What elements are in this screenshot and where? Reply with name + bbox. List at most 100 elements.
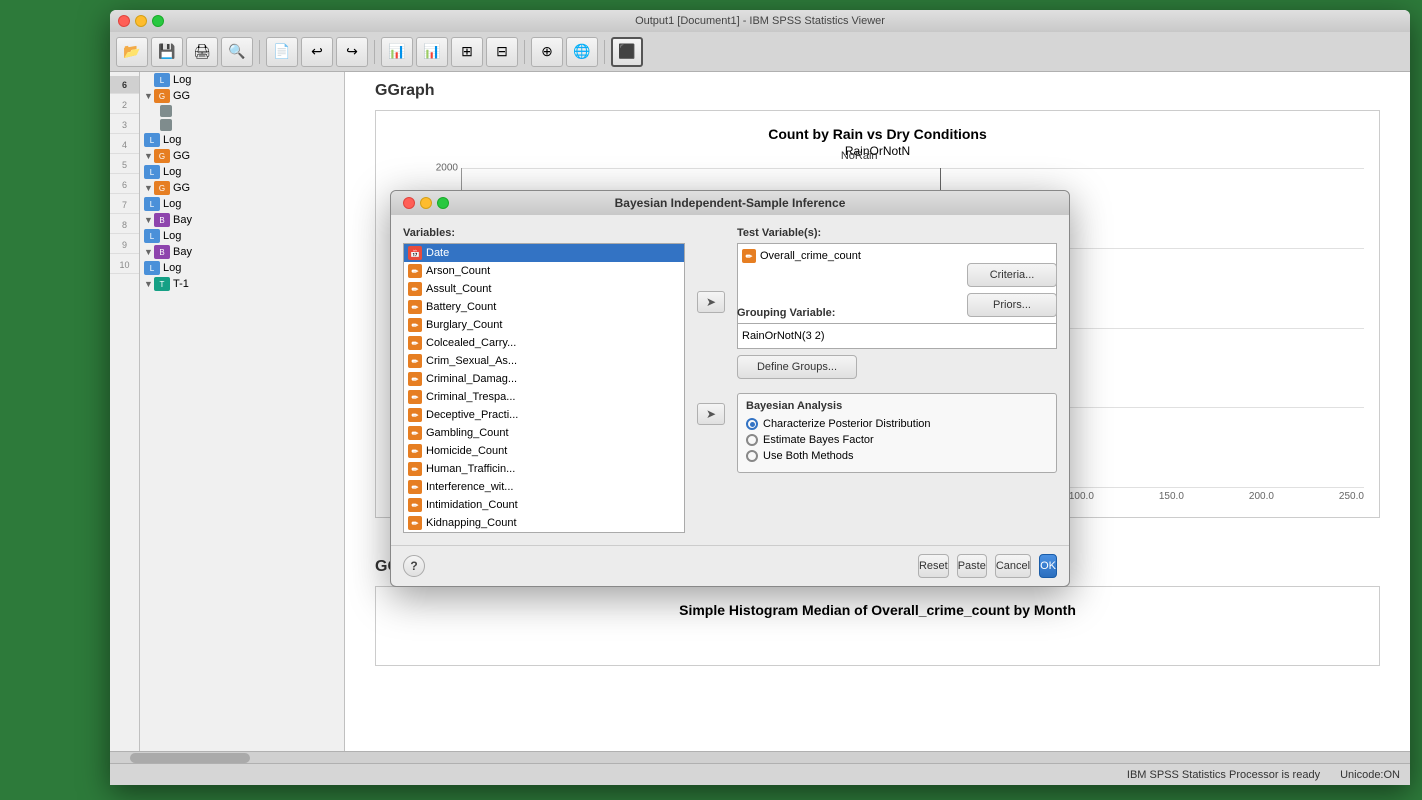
modal-footer: ? Reset Paste Cancel OK bbox=[391, 545, 1069, 586]
radio-both-dot[interactable] bbox=[746, 450, 758, 462]
sidebar-item-t1[interactable]: ▼ T T-1 bbox=[140, 276, 344, 292]
var-item-3[interactable]: ✏ Battery_Count bbox=[404, 298, 684, 316]
radio-estimate[interactable]: Estimate Bayes Factor bbox=[746, 434, 1048, 446]
toolbar-open[interactable]: 📂 bbox=[116, 37, 148, 67]
sidebar-arrow-gg3: ▼ bbox=[144, 183, 154, 193]
var-item-10[interactable]: ✏ Gambling_Count bbox=[404, 424, 684, 442]
maximize-button[interactable] bbox=[152, 15, 164, 27]
horizontal-scrollbar[interactable] bbox=[110, 751, 1410, 763]
sidebar-gg-icon2: G bbox=[154, 149, 170, 163]
criteria-btn[interactable]: Criteria... bbox=[967, 263, 1057, 287]
toolbar-record[interactable]: ⬛ bbox=[611, 37, 643, 67]
var-icon-9: ✏ bbox=[408, 408, 422, 422]
var-icon-3: ✏ bbox=[408, 300, 422, 314]
var-item-14[interactable]: ✏Intimidation_Count bbox=[404, 496, 684, 514]
row-num-10: 10 bbox=[110, 256, 139, 274]
var-item-1[interactable]: ✏Arson_Count bbox=[404, 262, 684, 280]
variables-list[interactable]: 📅 Date ✏Arson_Count✏Assult_Count ✏ Battery_C… bbox=[403, 243, 685, 533]
toolbar-search[interactable]: 🔍 bbox=[221, 37, 253, 67]
grouping-variable-label: Grouping Variable: bbox=[737, 307, 1057, 319]
reset-btn[interactable]: Reset bbox=[918, 554, 949, 578]
sidebar-item-gg2[interactable]: ▼ G GG bbox=[140, 148, 344, 164]
minimize-button[interactable] bbox=[135, 15, 147, 27]
modal-traffic-lights bbox=[403, 197, 449, 209]
toolbar-print[interactable]: 🖨 bbox=[186, 37, 218, 67]
help-btn[interactable]: ? bbox=[403, 555, 425, 577]
toolbar-pivot[interactable]: ⊕ bbox=[531, 37, 563, 67]
var-label-10: Gambling_Count bbox=[426, 427, 509, 439]
y-label-2000: 2000 bbox=[436, 163, 458, 174]
modal-max-btn[interactable] bbox=[437, 197, 449, 209]
var-label-0: Date bbox=[426, 247, 449, 259]
sidebar-item-log5[interactable]: L Log bbox=[140, 228, 344, 244]
modal-title: Bayesian Independent-Sample Inference bbox=[615, 196, 846, 210]
sidebar-item-bay2[interactable]: ▼ B Bay bbox=[140, 244, 344, 260]
row-num-4: 4 bbox=[110, 136, 139, 154]
var-item-0[interactable]: 📅 Date bbox=[404, 244, 684, 262]
var-icon-15: ✏ bbox=[408, 516, 422, 530]
sidebar-item-log3[interactable]: L Log bbox=[140, 164, 344, 180]
sidebar-item-log1[interactable]: L Log bbox=[140, 72, 344, 88]
radio-estimate-dot[interactable] bbox=[746, 434, 758, 446]
sidebar-arrow-t1: ▼ bbox=[144, 279, 154, 289]
scrollbar-thumb[interactable] bbox=[130, 753, 250, 763]
sidebar-log-icon5: L bbox=[144, 229, 160, 243]
ok-btn[interactable]: OK bbox=[1039, 554, 1057, 578]
paste-btn[interactable]: Paste bbox=[957, 554, 987, 578]
move-to-grouping-btn[interactable]: ➤ bbox=[697, 403, 725, 425]
modal-min-btn[interactable] bbox=[420, 197, 432, 209]
window-title: Output1 [Document1] - IBM SPSS Statistic… bbox=[635, 15, 885, 27]
sidebar-sub2[interactable] bbox=[140, 118, 344, 132]
move-to-test-btn[interactable]: ➤ bbox=[697, 291, 725, 313]
var-icon-1: ✏ bbox=[408, 264, 422, 278]
radio-characterize[interactable]: Characterize Posterior Distribution bbox=[746, 418, 1048, 430]
row-num-6: 6 bbox=[110, 176, 139, 194]
var-item-5[interactable]: ✏Colcealed_Carry... bbox=[404, 334, 684, 352]
toolbar-globe[interactable]: 🌐 bbox=[566, 37, 598, 67]
bayesian-dialog[interactable]: Bayesian Independent-Sample Inference Va… bbox=[390, 190, 1070, 587]
toolbar-chart2[interactable]: 📊 bbox=[416, 37, 448, 67]
var-label-11: Homicide_Count bbox=[426, 445, 507, 457]
sidebar-sub1[interactable] bbox=[140, 104, 344, 118]
var-item-4[interactable]: ✏Burglary_Count bbox=[404, 316, 684, 334]
footer-left: ? bbox=[403, 555, 425, 577]
close-button[interactable] bbox=[118, 15, 130, 27]
sidebar-item-log6[interactable]: L Log bbox=[140, 260, 344, 276]
sidebar-item-log2[interactable]: L Log bbox=[140, 132, 344, 148]
var-item-9[interactable]: ✏Deceptive_Practi... bbox=[404, 406, 684, 424]
toolbar-undo[interactable]: ↩ bbox=[301, 37, 333, 67]
var-item-8[interactable]: ✏Criminal_Trespa... bbox=[404, 388, 684, 406]
toolbar-chart1[interactable]: 📊 bbox=[381, 37, 413, 67]
toolbar-save[interactable]: 💾 bbox=[151, 37, 183, 67]
var-item-11[interactable]: ✏Homicide_Count bbox=[404, 442, 684, 460]
sidebar-item-bay1[interactable]: ▼ B Bay bbox=[140, 212, 344, 228]
cancel-btn[interactable]: Cancel bbox=[995, 554, 1031, 578]
grouping-variable-input[interactable] bbox=[737, 323, 1057, 349]
toolbar-export[interactable]: 📄 bbox=[266, 37, 298, 67]
toolbar-table[interactable]: ⊞ bbox=[451, 37, 483, 67]
sidebar-log-icon: L bbox=[154, 73, 170, 87]
radio-characterize-dot[interactable] bbox=[746, 418, 758, 430]
var-item-7[interactable]: ✏Criminal_Damag... bbox=[404, 370, 684, 388]
modal-close-btn[interactable] bbox=[403, 197, 415, 209]
unicode-status: Unicode:ON bbox=[1340, 769, 1400, 781]
var-item-12[interactable]: ✏Human_Trafficin... bbox=[404, 460, 684, 478]
define-groups-btn[interactable]: Define Groups... bbox=[737, 355, 857, 379]
var-item-6[interactable]: ✏Crim_Sexual_As... bbox=[404, 352, 684, 370]
var-label-15: Kidnapping_Count bbox=[426, 517, 517, 529]
var-item-13[interactable]: ✏Interference_wit... bbox=[404, 478, 684, 496]
var-item-15[interactable]: ✏ Kidnapping_Count bbox=[404, 514, 684, 532]
toolbar-grid[interactable]: ⊟ bbox=[486, 37, 518, 67]
var-icon-10: ✏ bbox=[408, 426, 422, 440]
sidebar-item-log4[interactable]: L Log bbox=[140, 196, 344, 212]
sidebar-item-gg1[interactable]: ▼ G GG bbox=[140, 88, 344, 104]
sidebar-gg-label1: GG bbox=[173, 90, 190, 102]
var-label-3: Battery_Count bbox=[426, 301, 496, 313]
var-icon-0: 📅 bbox=[408, 246, 422, 260]
radio-both[interactable]: Use Both Methods bbox=[746, 450, 1048, 462]
var-item-2[interactable]: ✏Assult_Count bbox=[404, 280, 684, 298]
toolbar-redo[interactable]: ↪ bbox=[336, 37, 368, 67]
bayesian-analysis-group: Bayesian Analysis Characterize Posterior… bbox=[737, 393, 1057, 473]
var-icon-14: ✏ bbox=[408, 498, 422, 512]
sidebar-item-gg3[interactable]: ▼ G GG bbox=[140, 180, 344, 196]
